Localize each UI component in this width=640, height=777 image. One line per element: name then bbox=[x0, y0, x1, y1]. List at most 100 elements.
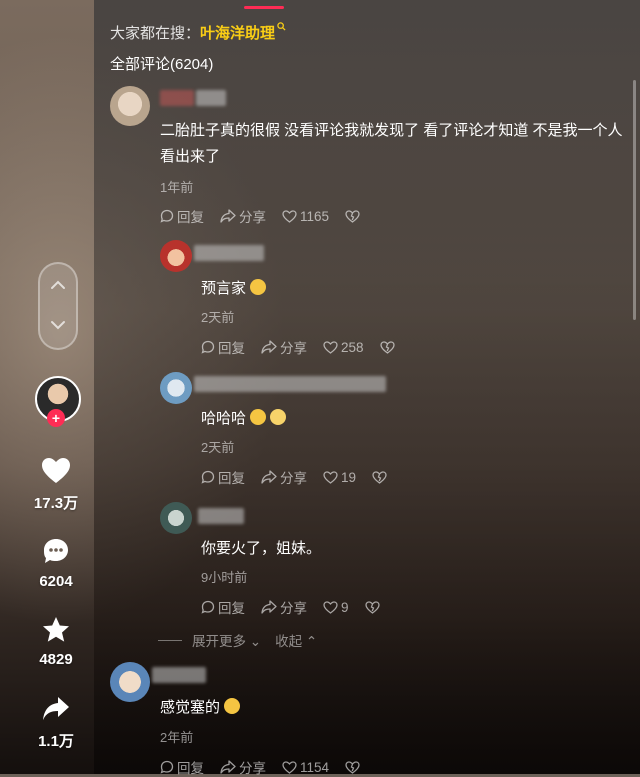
username-redacted[interactable] bbox=[194, 376, 386, 392]
comment-actions: 回复 分享 258 bbox=[201, 337, 414, 357]
divider bbox=[158, 639, 182, 641]
reply-button[interactable]: 回复 bbox=[160, 757, 204, 777]
broken-heart-icon bbox=[372, 470, 387, 484]
comment-like-count: 1165 bbox=[300, 208, 330, 224]
broken-heart-icon bbox=[364, 600, 380, 614]
share-comment-button[interactable]: 分享 bbox=[261, 597, 307, 617]
comment-like-button[interactable]: 9 bbox=[323, 600, 349, 615]
comment-button[interactable]: 6204 bbox=[20, 537, 92, 590]
favorite-count: 4829 bbox=[39, 651, 73, 668]
reply-button[interactable]: 回复 bbox=[201, 337, 245, 357]
share-count: 1.1万 bbox=[38, 733, 74, 750]
comment-text-content: 预言家 bbox=[201, 280, 247, 297]
laugh-cry-emoji-icon bbox=[250, 409, 267, 425]
comment-text-content: 感觉塞的 bbox=[160, 699, 221, 716]
shocked-emoji-icon bbox=[270, 409, 287, 425]
comment-like-button[interactable]: 258 bbox=[323, 340, 364, 355]
share-label: 分享 bbox=[239, 210, 266, 225]
avatar[interactable] bbox=[110, 86, 150, 126]
comment-actions: 回复 分享 19 bbox=[201, 467, 406, 487]
chevron-up-icon: ⌃ bbox=[305, 634, 318, 649]
comment-panel: 大家都在搜：叶海洋助理 全部评论(6204) 二胎肚子真的很假 没看评论我就发现… bbox=[94, 0, 640, 777]
comment-bubble-icon bbox=[44, 539, 68, 563]
comment-actions: 回复 分享 1154 bbox=[160, 757, 379, 777]
comment-text-content: 哈哈哈 bbox=[201, 410, 247, 427]
chevron-down-icon[interactable] bbox=[49, 316, 67, 334]
dislike-button[interactable] bbox=[372, 470, 390, 484]
reply-label: 回复 bbox=[177, 210, 204, 225]
comment-like-button[interactable]: 19 bbox=[323, 470, 356, 485]
comment-time: 2年前 bbox=[160, 730, 194, 745]
wink-emoji-icon bbox=[250, 279, 267, 295]
reply-label: 回复 bbox=[218, 471, 245, 486]
dislike-button[interactable] bbox=[345, 209, 363, 223]
share-button[interactable]: 1.1万 bbox=[20, 696, 92, 751]
dislike-button[interactable] bbox=[379, 340, 398, 354]
share-comment-button[interactable]: 分享 bbox=[261, 337, 307, 357]
reply-bubble-icon bbox=[160, 209, 174, 223]
collapse-label: 收起 bbox=[275, 634, 303, 649]
comment-actions: 回复 分享 1165 bbox=[160, 206, 379, 226]
reply-bubble-icon bbox=[201, 470, 215, 484]
reply-button[interactable]: 回复 bbox=[160, 206, 204, 226]
chevron-up-icon[interactable] bbox=[49, 276, 67, 294]
heart-outline-icon bbox=[282, 760, 297, 774]
reply-bubble-icon bbox=[201, 340, 215, 354]
expand-more-button[interactable]: 展开更多 ⌄ bbox=[192, 630, 261, 650]
reply-bubble-icon bbox=[160, 760, 174, 774]
heart-outline-icon bbox=[323, 600, 338, 614]
share-label: 分享 bbox=[280, 601, 307, 616]
reply-button[interactable]: 回复 bbox=[201, 467, 245, 487]
favorite-button[interactable]: 4829 bbox=[20, 616, 92, 668]
dislike-button[interactable] bbox=[364, 600, 383, 614]
avatar[interactable] bbox=[160, 240, 192, 272]
comment-like-count: 258 bbox=[341, 339, 364, 355]
comment-like-count: 9 bbox=[341, 599, 349, 615]
username-redacted[interactable] bbox=[198, 508, 244, 524]
avatar[interactable] bbox=[160, 372, 192, 404]
share-arrow-icon bbox=[43, 697, 69, 720]
heart-outline-icon bbox=[323, 470, 338, 484]
comment-like-button[interactable]: 1154 bbox=[282, 760, 329, 775]
heart-outline-icon bbox=[323, 340, 338, 354]
heart-outline-icon bbox=[282, 209, 297, 223]
reply-bubble-icon bbox=[201, 600, 215, 614]
username-redacted[interactable] bbox=[196, 90, 226, 106]
search-icon[interactable] bbox=[277, 22, 286, 31]
comment-like-count: 19 bbox=[341, 469, 357, 485]
trending-search-keyword[interactable]: 叶海洋助理 bbox=[200, 25, 275, 42]
username-redacted[interactable] bbox=[160, 90, 194, 106]
comment-time: 9小时前 bbox=[201, 570, 248, 585]
username-redacted[interactable] bbox=[194, 245, 264, 261]
comment-actions: 回复 分享 9 bbox=[201, 597, 399, 617]
collapse-button[interactable]: 收起 ⌃ bbox=[275, 630, 317, 650]
share-comment-button[interactable]: 分享 bbox=[220, 206, 266, 226]
comment-text: 预言家 bbox=[201, 276, 267, 302]
comment-text: 二胎肚子真的很假 没看评论我就发现了 看了评论才知道 不是我一个人看出来了 bbox=[160, 122, 623, 165]
reply-label: 回复 bbox=[218, 341, 245, 356]
rofl-emoji-icon bbox=[224, 698, 241, 714]
avatar[interactable] bbox=[110, 662, 150, 702]
share-comment-button[interactable]: 分享 bbox=[261, 467, 307, 487]
scrollbar[interactable] bbox=[633, 80, 636, 320]
comment-like-button[interactable]: 1165 bbox=[282, 209, 329, 224]
follow-button[interactable]: + bbox=[47, 409, 65, 427]
trending-search: 大家都在搜：叶海洋助理 bbox=[110, 22, 286, 43]
reply-button[interactable]: 回复 bbox=[201, 597, 245, 617]
share-comment-button[interactable]: 分享 bbox=[220, 757, 266, 777]
comment-time: 2天前 bbox=[201, 310, 235, 325]
share-icon bbox=[220, 209, 236, 223]
share-label: 分享 bbox=[280, 471, 307, 486]
comment-like-count: 1154 bbox=[300, 759, 330, 775]
like-button[interactable]: 17.3万 bbox=[20, 458, 92, 513]
comment-time: 2天前 bbox=[201, 440, 235, 455]
share-icon bbox=[261, 340, 277, 354]
username-redacted[interactable] bbox=[152, 667, 206, 683]
avatar[interactable] bbox=[160, 502, 192, 534]
share-icon bbox=[261, 600, 277, 614]
replies-toggle: 展开更多 ⌄ 收起 ⌃ bbox=[158, 630, 317, 650]
star-icon bbox=[43, 617, 69, 642]
comment-time: 1年前 bbox=[160, 180, 194, 195]
dislike-button[interactable] bbox=[345, 760, 363, 774]
comments-title: 全部评论(6204) bbox=[110, 56, 214, 73]
